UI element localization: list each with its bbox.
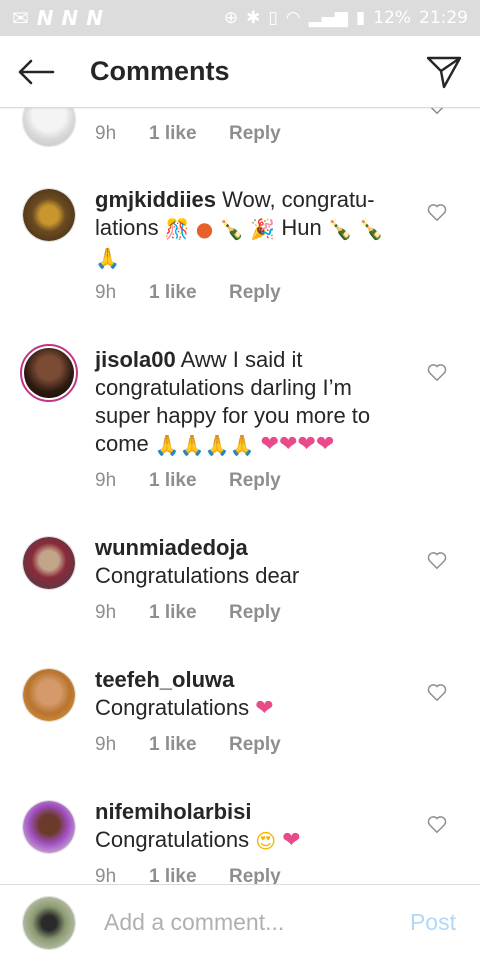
heart-emoji: ❤ [255, 696, 274, 722]
vibrate-icon: ▯ [268, 8, 278, 28]
comment-body: Congratulations dear [95, 563, 300, 588]
comment-input[interactable] [104, 909, 384, 936]
status-left: ✉ N N N [12, 6, 103, 30]
comment-list[interactable]: 9h 1 like Reply gmjkiddiies Wow, congrat… [0, 108, 480, 884]
reply-button[interactable]: Reply [229, 123, 281, 145]
like-count-link[interactable]: 1 like [149, 123, 229, 145]
comment-text: nifemiholarbisi Congratulations 😍 ❤ [95, 798, 415, 855]
comment-meta: 9h 1 like Reply [95, 282, 281, 304]
reply-button[interactable]: Reply [229, 866, 281, 884]
comment-time: 9h [95, 123, 117, 144]
comment-time: 9h [95, 470, 117, 491]
heart-icon[interactable] [426, 813, 448, 835]
signal-icon: ▂▄▆ [308, 8, 348, 28]
avatar[interactable] [22, 188, 76, 242]
arrow-left-icon [18, 59, 55, 84]
paper-plane-icon [426, 56, 462, 88]
comment-composer: Post [0, 884, 480, 960]
comment-username[interactable]: gmjkiddiies [95, 187, 216, 212]
page-title: Comments [90, 56, 230, 86]
network-n-icon: N [36, 6, 54, 30]
heart-icon[interactable] [426, 201, 448, 223]
clock: 21:29 [419, 8, 468, 28]
comment-meta: 9h 1 like Reply [95, 866, 281, 884]
bluetooth-icon: ✱ [246, 8, 261, 28]
avatar[interactable] [22, 536, 76, 590]
reply-button[interactable]: Reply [229, 470, 281, 492]
comment-meta: 9h 1 like Reply [95, 734, 281, 756]
reply-button[interactable]: Reply [229, 602, 281, 624]
comment-body: come [95, 431, 149, 456]
comment-text: teefeh_oluwa Congratulations ❤ [95, 666, 415, 723]
avatar[interactable] [22, 668, 76, 722]
avatar[interactable] [22, 800, 76, 854]
praying-hands-emoji: 🙏🙏🙏🙏 [154, 433, 255, 458]
champagne-emoji: 🍾 [358, 217, 384, 242]
data-saver-icon: ⊕ [223, 8, 239, 28]
status-right: ⊕ ✱ ▯ ◠ ▂▄▆ ▮ 12% 21:29 [224, 8, 468, 28]
comment-meta: 9h 1 like Reply [95, 470, 281, 492]
like-count-link[interactable]: 1 like [149, 282, 229, 304]
heart-emoji: ❤❤❤❤ [260, 432, 335, 458]
network-n-icon: N [86, 6, 104, 30]
confetti-emoji: 🎊 [164, 217, 190, 242]
comment-username[interactable]: wunmiadedoja [95, 535, 248, 560]
champagne-emoji: 🍾 [327, 217, 353, 242]
comment-time: 9h [95, 866, 117, 884]
back-button[interactable] [0, 36, 72, 108]
party-popper-emoji: 🎉 [250, 217, 276, 242]
reply-button[interactable]: Reply [229, 282, 281, 304]
comment-time: 9h [95, 734, 117, 755]
comment-username[interactable]: jisola00 [95, 347, 176, 372]
comment-username[interactable]: nifemiholarbisi [95, 799, 251, 824]
network-n-icon: N [61, 6, 79, 30]
comment-body: congratulations darling I’m [95, 375, 352, 400]
comment-body: Congratulations [95, 695, 250, 720]
heart-icon[interactable] [426, 549, 448, 571]
comment-time: 9h [95, 602, 117, 623]
comment-meta: 9h 1 like Reply [95, 602, 281, 624]
comment-meta: 9h 1 like Reply [95, 123, 281, 145]
battery-icon: ▮ [355, 8, 366, 28]
comment-body: Wow, congratu- [222, 187, 375, 212]
battery-percent: 12% [373, 8, 411, 28]
comment-body: Hun [281, 215, 322, 240]
heart-icon[interactable] [426, 108, 448, 116]
comment-text: wunmiadedoja Congratulations dear [95, 534, 415, 590]
wifi-icon: ◠ [285, 8, 301, 28]
comment-time: 9h [95, 282, 117, 303]
comment-body: Congratulations [95, 827, 250, 852]
like-count-link[interactable]: 1 like [149, 470, 229, 492]
comment-text: jisola00 Aww I said it congratulations d… [95, 346, 425, 459]
comment-body: super happy for you more to [95, 403, 371, 428]
post-button[interactable]: Post [410, 909, 456, 936]
like-count-link[interactable]: 1 like [149, 866, 229, 884]
current-user-avatar [22, 895, 76, 950]
heart-icon[interactable] [426, 361, 448, 383]
comment-username[interactable]: teefeh_oluwa [95, 667, 234, 692]
message-icon: ✉ [12, 6, 29, 30]
heart-icon[interactable] [426, 681, 448, 703]
like-count-link[interactable]: 1 like [149, 734, 229, 756]
comments-header: Comments [0, 36, 480, 108]
heart-eyes-emoji: 😍 [255, 829, 277, 854]
avatar[interactable] [20, 344, 78, 402]
avatar[interactable] [22, 108, 76, 147]
like-count-link[interactable]: 1 like [149, 602, 229, 624]
heart-emoji: ❤ [282, 828, 301, 854]
status-bar: ✉ N N N ⊕ ✱ ▯ ◠ ▂▄▆ ▮ 12% 21:29 [0, 0, 480, 36]
balloon-emoji: ● [195, 217, 214, 242]
comment-body: Aww I said it [180, 347, 303, 372]
reply-button[interactable]: Reply [229, 734, 281, 756]
champagne-emoji: 🍾 [219, 217, 245, 242]
praying-hands-emoji: 🙏 [95, 246, 120, 271]
share-button[interactable] [408, 36, 480, 108]
comment-body: lations [95, 215, 159, 240]
comment-text: gmjkiddiies Wow, congratu- lations 🎊 ● 🍾… [95, 186, 415, 272]
